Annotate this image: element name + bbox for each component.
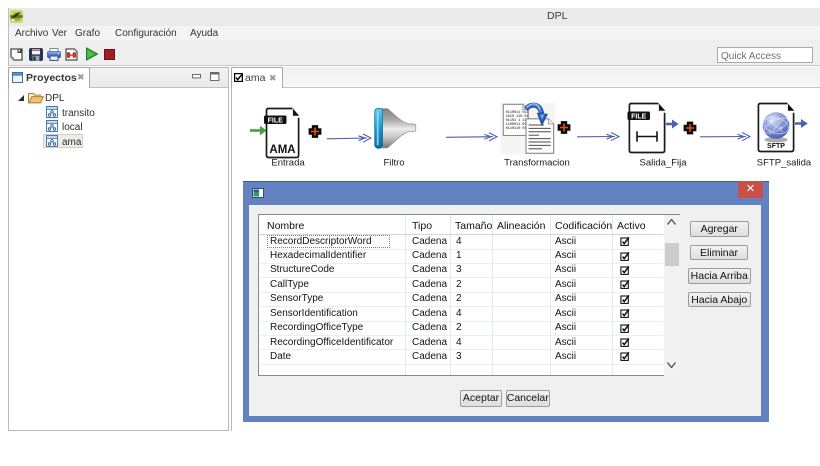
svg-text:Salida_Fija: Salida_Fija	[640, 158, 688, 169]
svg-text:FILE: FILE	[631, 113, 646, 120]
svg-text:Entrada: Entrada	[271, 158, 305, 169]
svg-text:SFTP: SFTP	[767, 143, 785, 150]
svg-text:SFTP_salida: SFTP_salida	[757, 158, 812, 169]
svg-text:FILE: FILE	[268, 117, 283, 124]
svg-text:Filtro: Filtro	[383, 158, 404, 169]
svg-text:Transformacion: Transformacion	[504, 158, 570, 169]
svg-text:AMA: AMA	[269, 144, 295, 156]
